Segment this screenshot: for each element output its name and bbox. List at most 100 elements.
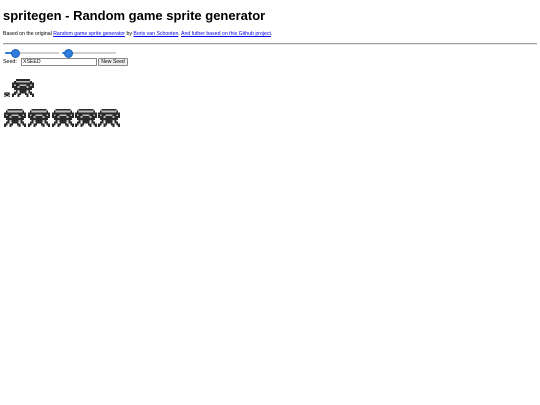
sprite-pixel: [59, 114, 62, 117]
sprite-pixel: [42, 119, 45, 122]
sprite-pixel: [114, 121, 117, 124]
sprite-pixel: [66, 118, 69, 120]
sprite-pixel: [6, 95, 7, 96]
sprite-pixel: [17, 79, 20, 81]
sprite-pixel: [66, 110, 69, 113]
seed-label: Seed:: [3, 59, 17, 65]
sprite-pixel: [13, 121, 15, 124]
sprite-pixel: [101, 108, 104, 111]
sprite-pixel: [110, 118, 113, 120]
sprite-pixel: [28, 123, 30, 126]
sprite-pixel: [103, 125, 106, 128]
author-link[interactable]: Boris van Schooten: [133, 31, 178, 37]
sprite-pixel: [87, 112, 90, 115]
sprite-pixel: [80, 112, 83, 115]
sprite-pixel: [18, 112, 21, 115]
sprite-pixel: [42, 112, 45, 115]
sprite-pixel: [86, 110, 88, 113]
sprite-pixel: [87, 119, 90, 122]
sprite-pixel: [89, 110, 92, 113]
sprite-pixel: [78, 110, 81, 113]
sprite-pixel: [13, 108, 15, 111]
sprite-pixel: [14, 88, 16, 90]
sprite-pixel: [4, 94, 5, 95]
sprite-pixel: [86, 112, 88, 115]
slider-thumb[interactable]: [11, 49, 21, 58]
sprite-pixel: [70, 123, 73, 126]
sprite-pixel: [66, 114, 69, 117]
sprite-pixel: [14, 91, 16, 94]
sprite-pixel: [20, 114, 23, 117]
sprite-pixel: [13, 119, 15, 122]
sprite-pixel: [87, 114, 90, 117]
sprite-pixel: [114, 110, 117, 113]
sprite-pixel: [82, 112, 85, 115]
scale-slider[interactable]: [62, 49, 116, 58]
sprite-pixel: [8, 92, 9, 93]
sprite-pixel: [37, 119, 39, 122]
sprite-pixel: [64, 112, 67, 115]
sprite-pixel: [4, 93, 5, 94]
sprite-pixel: [68, 112, 71, 115]
sprite-pixel: [99, 123, 102, 126]
sprite-pixel: [5, 92, 6, 93]
sprite-pixel: [118, 116, 120, 118]
sprite-pixel: [72, 114, 74, 117]
sprite-pixel: [46, 121, 49, 124]
sprite-pixel: [61, 118, 63, 120]
sprite-pixel: [23, 91, 25, 94]
sprite-pixel: [110, 110, 113, 113]
sprite-pixel: [93, 121, 96, 124]
new-seed-button[interactable]: New Seed: [98, 58, 128, 66]
sprite-pixel: [107, 112, 109, 115]
sprite-pixel: [116, 116, 119, 118]
sprite-pixel: [5, 94, 6, 95]
sprite-pixel: [109, 119, 111, 122]
sprite-pixel: [91, 114, 94, 117]
sprite-pixel: [32, 84, 34, 87]
sprite-pixel: [59, 108, 62, 111]
sprite-pixel: [76, 123, 79, 126]
sprite-pixel: [8, 95, 9, 96]
sprite-pixel: [5, 94, 6, 95]
sprite-pixel: [80, 125, 83, 128]
sprite-pixel: [105, 112, 108, 115]
sprite-pixel: [4, 114, 6, 117]
sprite-pixel: [32, 86, 34, 88]
sprite-pixel: [8, 93, 9, 94]
sprite-pixel: [112, 116, 115, 118]
sprite-pixel: [16, 108, 19, 111]
sprite-pixel: [78, 121, 81, 124]
sprite-pixel: [7, 121, 10, 124]
sprite-pixel: [86, 108, 88, 111]
sprite-pixel: [78, 108, 81, 111]
sprite-pixel: [99, 110, 102, 113]
sprite-pixel: [59, 119, 62, 122]
github-project-link[interactable]: And futher based on this Github project: [181, 31, 271, 37]
sprite-pixel: [4, 93, 5, 94]
sprite-pixel: [15, 108, 17, 111]
sprite-pixel: [12, 93, 14, 96]
sprite-pixel: [72, 112, 74, 115]
sprite-pixel: [19, 91, 22, 94]
sprite-pixel: [84, 110, 86, 113]
sprite-pixel: [18, 110, 21, 113]
sprite-pixel: [4, 93, 5, 94]
sprite-pixel: [15, 89, 18, 92]
sprite-pixel: [7, 108, 10, 111]
sprite-pixel: [40, 116, 43, 118]
sprite-pixel: [101, 112, 104, 115]
sprite-pixel: [42, 108, 45, 111]
size-slider[interactable]: [5, 49, 59, 58]
sprite-pixel: [4, 94, 5, 95]
sprite-pixel: [48, 112, 50, 115]
sprite-pixel: [35, 118, 38, 120]
sprite-pixel: [70, 112, 73, 115]
sprite-pixel: [17, 89, 20, 92]
sprite-pixel: [7, 119, 10, 122]
sprite-pixel: [91, 121, 94, 124]
seed-input[interactable]: [21, 58, 97, 66]
slider-thumb[interactable]: [63, 49, 73, 58]
sprite-pixel: [110, 112, 113, 115]
original-generator-link[interactable]: Random game sprite generator: [53, 31, 125, 37]
